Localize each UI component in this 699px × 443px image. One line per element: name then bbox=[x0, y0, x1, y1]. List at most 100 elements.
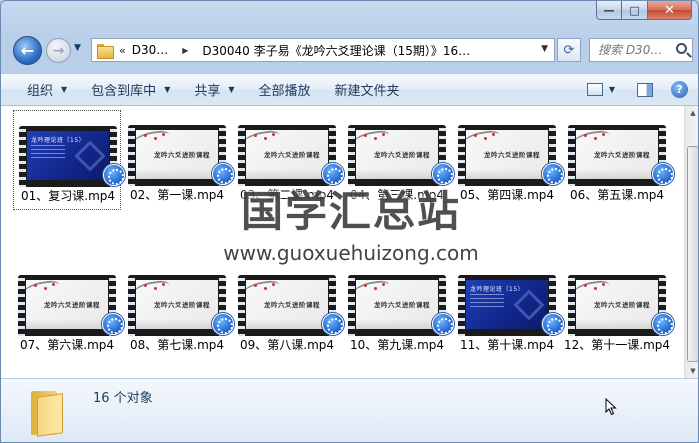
caption-buttons: — □ ✕ bbox=[596, 1, 692, 21]
file-item[interactable]: 龙吟六爻进阶课程 07、第六课.mp4 bbox=[13, 260, 124, 360]
recent-pages-dropdown[interactable]: ▼ bbox=[74, 43, 81, 53]
arrow-right-icon: → bbox=[52, 42, 65, 59]
thumbnail-title: 龙吟六爻进阶课程 bbox=[264, 301, 320, 309]
thumbnail-title: 龙吟理论班（15） bbox=[470, 286, 525, 293]
details-pane: 16 个对象 bbox=[1, 378, 698, 442]
folder-icon bbox=[31, 387, 65, 437]
play-all-button[interactable]: 全部播放 bbox=[247, 74, 323, 105]
vertical-scrollbar[interactable]: ▲ ▼ bbox=[684, 106, 698, 378]
video-thumbnail: 龙吟理论班（15） bbox=[458, 275, 556, 336]
minimize-button[interactable]: — bbox=[596, 1, 622, 20]
video-thumbnail: 龙吟六爻进阶课程 bbox=[348, 275, 446, 336]
chevron-down-icon[interactable]: ▼ bbox=[609, 85, 615, 94]
file-name: 06、第五课.mp4 bbox=[569, 188, 665, 202]
media-player-icon bbox=[103, 164, 125, 186]
share-menu[interactable]: 共享 ▼ bbox=[182, 74, 246, 105]
thumbnail-frame: 龙吟六爻进阶课程 bbox=[136, 280, 218, 329]
command-bar: 组织 ▼ 包含到库中 ▼ 共享 ▼ 全部播放 新建文件夹 ▼ ? bbox=[1, 73, 698, 106]
media-player-icon bbox=[212, 313, 234, 335]
video-thumbnail: 龙吟六爻进阶课程 bbox=[568, 275, 666, 336]
media-player-icon bbox=[542, 163, 564, 185]
folder-icon bbox=[97, 43, 114, 59]
thumbnail-title: 龙吟六爻进阶课程 bbox=[154, 151, 210, 159]
forward-button[interactable]: → bbox=[46, 38, 71, 63]
media-player-icon bbox=[322, 313, 344, 335]
file-item[interactable]: 龙吟六爻进阶课程 08、第七课.mp4 bbox=[123, 260, 234, 360]
help-icon[interactable]: ? bbox=[671, 81, 688, 98]
video-thumbnail: 龙吟六爻进阶课程 bbox=[238, 125, 336, 186]
thumbnail-title: 龙吟六爻进阶课程 bbox=[44, 301, 100, 309]
file-name: 01、复习课.mp4 bbox=[20, 189, 116, 203]
file-item[interactable]: 龙吟六爻进阶课程 12、第十一课.mp4 bbox=[563, 260, 674, 360]
video-thumbnail: 龙吟六爻进阶课程 bbox=[128, 125, 226, 186]
media-player-icon bbox=[652, 163, 674, 185]
chevron-down-icon: ▼ bbox=[228, 85, 235, 94]
thumbnail-title: 龙吟六爻进阶课程 bbox=[484, 151, 540, 159]
chevron-down-icon[interactable]: ▼ bbox=[541, 44, 548, 54]
search-box[interactable] bbox=[589, 38, 693, 62]
thumbnail-title: 龙吟六爻进阶课程 bbox=[264, 151, 320, 159]
new-folder-label: 新建文件夹 bbox=[334, 84, 400, 99]
media-player-icon bbox=[542, 313, 564, 335]
chevron-down-icon: ▼ bbox=[164, 85, 171, 94]
file-item[interactable]: 龙吟六爻进阶课程 06、第五课.mp4 bbox=[563, 110, 674, 210]
file-item[interactable]: 龙吟六爻进阶课程 10、第九课.mp4 bbox=[343, 260, 454, 360]
thumbnail-frame: 龙吟六爻进阶课程 bbox=[136, 130, 218, 179]
file-name: 11、第十课.mp4 bbox=[459, 338, 555, 352]
organize-menu[interactable]: 组织 ▼ bbox=[1, 74, 79, 105]
file-name: 07、第六课.mp4 bbox=[19, 338, 115, 352]
maximize-button[interactable]: □ bbox=[622, 1, 648, 20]
scrollbar-thumb[interactable] bbox=[687, 146, 698, 362]
thumbnail-title: 龙吟六爻进阶课程 bbox=[594, 151, 650, 159]
item-count: 16 个对象 bbox=[93, 391, 153, 406]
file-name: 10、第九课.mp4 bbox=[349, 338, 445, 352]
crumb-overflow[interactable]: « bbox=[119, 44, 126, 57]
toolbar-right: ▼ ? bbox=[586, 74, 698, 105]
preview-pane-icon[interactable] bbox=[637, 82, 653, 97]
thumbnail-title: 龙吟理论班（15） bbox=[31, 137, 86, 144]
thumbnail-frame: 龙吟六爻进阶课程 bbox=[356, 130, 438, 179]
file-item[interactable]: 龙吟理论班（15） 11、第十课.mp4 bbox=[453, 260, 564, 360]
include-in-library-menu[interactable]: 包含到库中 ▼ bbox=[79, 74, 182, 105]
address-bar[interactable]: « D30… ▶ D30040 李子易《龙吟六爻理论课（15期）》16… ▼ bbox=[91, 38, 555, 62]
search-input[interactable] bbox=[598, 43, 676, 57]
thumbnail-title: 龙吟六爻进阶课程 bbox=[154, 301, 210, 309]
video-thumbnail: 龙吟六爻进阶课程 bbox=[238, 275, 336, 336]
organize-label: 组织 bbox=[27, 84, 54, 99]
thumbnail-title: 龙吟六爻进阶课程 bbox=[594, 301, 650, 309]
video-thumbnail: 龙吟六爻进阶课程 bbox=[568, 125, 666, 186]
thumbnail-frame: 龙吟六爻进阶课程 bbox=[576, 130, 658, 179]
share-label: 共享 bbox=[194, 84, 221, 99]
file-name: 08、第七课.mp4 bbox=[129, 338, 225, 352]
video-thumbnail: 龙吟六爻进阶课程 bbox=[18, 275, 116, 336]
file-item[interactable]: 龙吟六爻进阶课程 09、第八课.mp4 bbox=[233, 260, 344, 360]
mouse-cursor-icon bbox=[605, 398, 617, 416]
thumbnail-title: 龙吟六爻进阶课程 bbox=[374, 151, 430, 159]
scroll-up-icon[interactable]: ▲ bbox=[687, 106, 698, 120]
search-icon[interactable] bbox=[676, 43, 687, 54]
watermark-url: www.guoxuehuizong.com bbox=[223, 241, 479, 265]
close-button[interactable]: ✕ bbox=[648, 1, 692, 20]
video-thumbnail: 龙吟理论班（15） bbox=[19, 126, 117, 187]
watermark-title: 国学汇总站 bbox=[240, 187, 461, 236]
media-player-icon bbox=[652, 313, 674, 335]
chevron-right-icon[interactable]: ▶ bbox=[182, 46, 188, 55]
refresh-button[interactable]: ⟳ bbox=[557, 38, 581, 62]
breadcrumb-current[interactable]: D30040 李子易《龙吟六爻理论课（15期）》16… bbox=[202, 42, 470, 59]
file-item[interactable]: 龙吟理论班（15） 01、复习课.mp4 bbox=[13, 110, 125, 210]
video-thumbnail: 龙吟六爻进阶课程 bbox=[348, 125, 446, 186]
refresh-icon: ⟳ bbox=[563, 42, 575, 58]
play-all-label: 全部播放 bbox=[258, 84, 311, 99]
explorer-window: — □ ✕ ← → ▼ « D30… ▶ D30040 李子易《龙吟六爻理论课（… bbox=[0, 0, 699, 443]
breadcrumb-parent[interactable]: D30… bbox=[132, 43, 169, 57]
navigation-bar: ← → ▼ « D30… ▶ D30040 李子易《龙吟六爻理论课（15期）》1… bbox=[1, 35, 698, 65]
view-options-icon[interactable] bbox=[586, 83, 603, 96]
thumbnail-frame: 龙吟六爻进阶课程 bbox=[356, 280, 438, 329]
thumbnail-frame: 龙吟六爻进阶课程 bbox=[26, 280, 108, 329]
thumbnail-frame: 龙吟六爻进阶课程 bbox=[576, 280, 658, 329]
back-button[interactable]: ← bbox=[13, 36, 42, 65]
file-name: 12、第十一课.mp4 bbox=[563, 338, 671, 352]
new-folder-button[interactable]: 新建文件夹 bbox=[323, 74, 412, 105]
video-thumbnail: 龙吟六爻进阶课程 bbox=[458, 125, 556, 186]
scroll-down-icon[interactable]: ▼ bbox=[687, 364, 698, 378]
